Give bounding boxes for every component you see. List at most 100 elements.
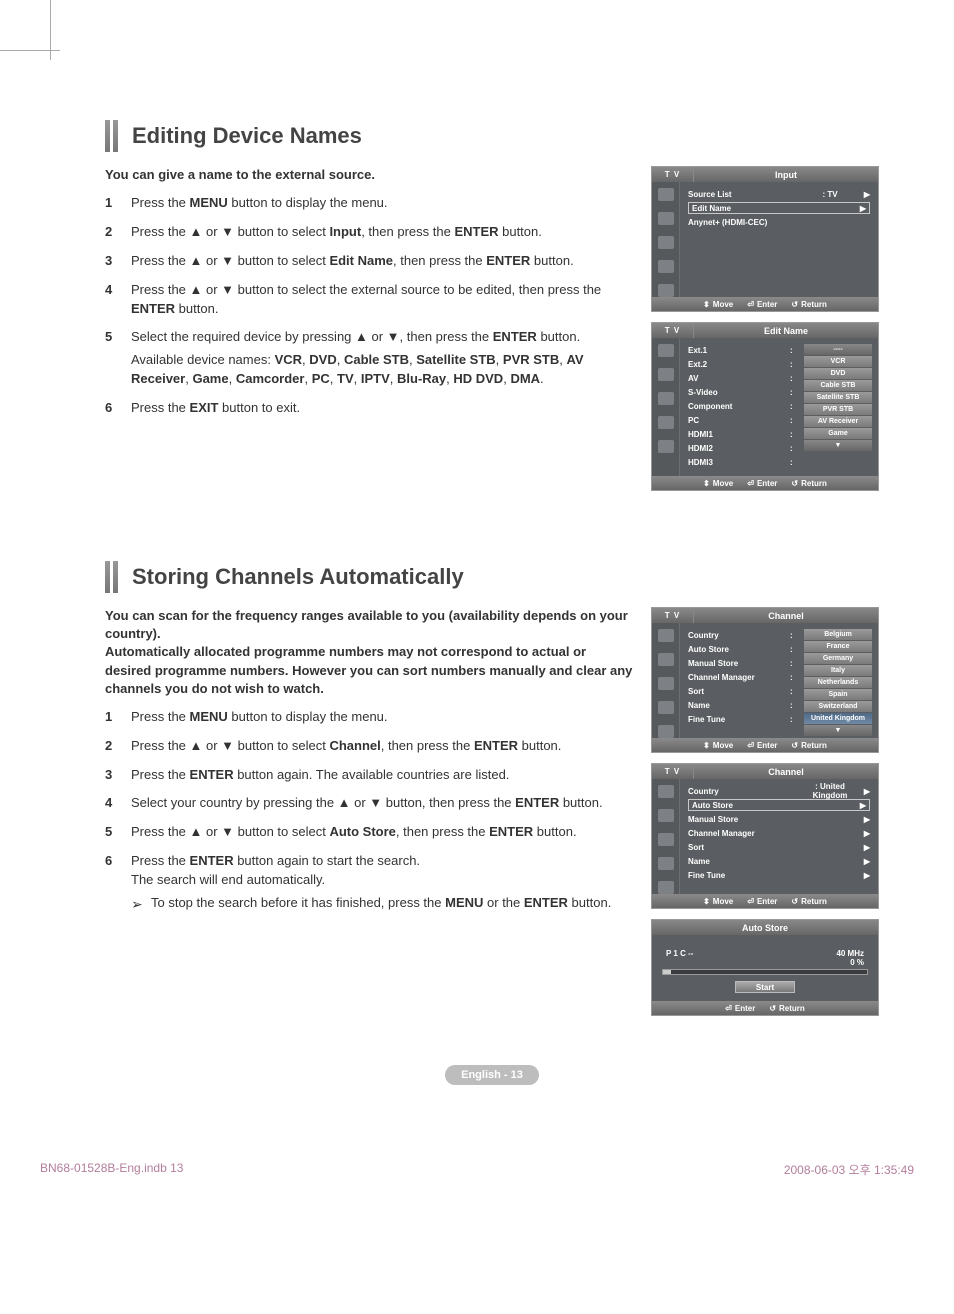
footer-date: 2008-06-03 오후 1:35:49 [784,1161,914,1178]
osd-option[interactable]: Netherlands [804,677,872,688]
osd-option[interactable]: ---- [804,344,872,355]
osd-label: HDMI2: [688,442,796,454]
step-item: 1Press the MENU button to display the me… [105,708,633,727]
step-item: 6Press the ENTER button again to start t… [105,852,633,914]
osd-edit-name: T V Edit Name Ext.1: Ext.2: AV: S-Video: Com… [651,322,879,491]
osd-option[interactable]: Belgium [804,629,872,640]
osd-row[interactable]: Manual Store▶ [688,813,870,825]
osd-label: Auto Store: [688,643,796,655]
osd-option[interactable]: PVR STB [804,404,872,415]
step-item: 6Press the EXIT button to exit. [105,399,633,418]
intro-text: You can give a name to the external sour… [105,166,633,184]
step-item: 4Press the ▲ or ▼ button to select the e… [105,281,633,319]
autostore-progress [662,969,868,975]
osd-tv-label: T V [652,167,694,182]
step-item: 1Press the MENU button to display the me… [105,194,633,213]
print-footer: BN68-01528B-Eng.indb 13 2008-06-03 오후 1:… [0,1121,954,1178]
osd-label: S-Video: [688,386,796,398]
osd-row[interactable]: Fine Tune▶ [688,869,870,881]
osd-row[interactable]: Sort▶ [688,841,870,853]
step-item: 2Press the ▲ or ▼ button to select Input… [105,223,633,242]
osd-sidebar [652,779,680,894]
osd-option[interactable]: VCR [804,356,872,367]
section-header: Storing Channels Automatically [105,561,879,593]
osd-label: HDMI1: [688,428,796,440]
osd-footer: ⬍Move ⏎Enter ↺Return [652,476,878,490]
osd-label: Manual Store: [688,657,796,669]
osd-label: AV: [688,372,796,384]
osd-channel-country: T V Channel Country: Auto Store: Manual St… [651,607,879,753]
osd-sidebar [652,338,680,476]
osd-title: Input [694,167,878,182]
osd-title: Channel [694,764,878,779]
osd-tv-label: T V [652,764,694,779]
step-item: 3Press the ▲ or ▼ button to select Edit … [105,252,633,271]
intro-text: You can scan for the frequency ranges av… [105,607,633,698]
osd-option[interactable]: DVD [804,368,872,379]
osd-footer: ⬍Move ⏎Enter ↺Return [652,297,878,311]
osd-label: Name: [688,699,796,711]
osd-label: Country: [688,629,796,641]
osd-option[interactable]: Game [804,428,872,439]
osd-sidebar [652,623,680,738]
osd-footer: ⬍Move ⏎Enter ↺Return [652,738,878,752]
osd-label: Ext.1: [688,344,796,356]
osd-option[interactable]: Satellite STB [804,392,872,403]
osd-option[interactable]: Spain [804,689,872,700]
osd-label: PC: [688,414,796,426]
osd-label: Channel Manager: [688,671,796,683]
steps-list: 1Press the MENU button to display the me… [105,194,633,418]
osd-tv-label: T V [652,608,694,623]
osd-title: Auto Store [652,920,878,935]
osd-input: T V Input Source List: TV▶ Edit Name▶ Anyn… [651,166,879,312]
osd-tv-label: T V [652,323,694,338]
osd-row[interactable]: Auto Store▶ [688,799,870,811]
osd-row[interactable]: Channel Manager▶ [688,827,870,839]
osd-title: Channel [694,608,878,623]
osd-auto-store: Auto Store P 1 C -- 40 MHz 0 % Start [651,919,879,1016]
steps-list: 1Press the MENU button to display the me… [105,708,633,914]
osd-option[interactable]: Germany [804,653,872,664]
section-title: Editing Device Names [132,123,362,149]
step-item: 5Select the required device by pressing … [105,328,633,389]
osd-title: Edit Name [694,323,878,338]
osd-option[interactable]: Italy [804,665,872,676]
osd-footer: ⏎Enter ↺Return [652,1001,878,1015]
osd-option[interactable]: ▼ [804,440,872,451]
osd-option[interactable]: United Kingdom [804,713,872,724]
osd-option[interactable]: Switzerland [804,701,872,712]
step-item: 5Press the ▲ or ▼ button to select Auto … [105,823,633,842]
osd-row[interactable]: Name▶ [688,855,870,867]
osd-label: HDMI3: [688,456,796,468]
osd-option[interactable]: AV Receiver [804,416,872,427]
osd-option[interactable]: France [804,641,872,652]
osd-row[interactable]: Edit Name▶ [688,202,870,214]
osd-channel-menu: T V Channel Country: United Kingdom▶ Auto… [651,763,879,909]
osd-option[interactable]: Cable STB [804,380,872,391]
osd-label: Fine Tune: [688,713,796,725]
section-editing-device-names: Editing Device Names You can give a name… [105,120,879,491]
osd-label: Component: [688,400,796,412]
autostore-start-button[interactable]: Start [735,981,795,993]
header-bars-icon [105,120,118,152]
osd-label: Sort: [688,685,796,697]
osd-footer: ⬍Move ⏎Enter ↺Return [652,894,878,908]
step-item: 3Press the ENTER button again. The avail… [105,766,633,785]
osd-option[interactable]: ▼ [804,725,872,736]
osd-row[interactable]: Source List: TV▶ [688,188,870,200]
osd-row[interactable]: Anynet+ (HDMI-CEC) [688,216,870,228]
step-item: 4Select your country by pressing the ▲ o… [105,794,633,813]
page-number: English - 13 [105,1066,879,1081]
autostore-channel-info: P 1 C -- [666,949,693,967]
section-storing-channels: Storing Channels Automatically You can s… [105,561,879,1016]
section-header: Editing Device Names [105,120,879,152]
section-title: Storing Channels Automatically [132,564,464,590]
osd-sidebar [652,182,680,297]
osd-label: Ext.2: [688,358,796,370]
autostore-percent: 0 % [836,958,864,967]
osd-row[interactable]: Country: United Kingdom▶ [688,785,870,797]
footer-file: BN68-01528B-Eng.indb 13 [40,1161,183,1178]
autostore-freq: 40 MHz [836,949,864,958]
step-item: 2Press the ▲ or ▼ button to select Chann… [105,737,633,756]
header-bars-icon [105,561,118,593]
